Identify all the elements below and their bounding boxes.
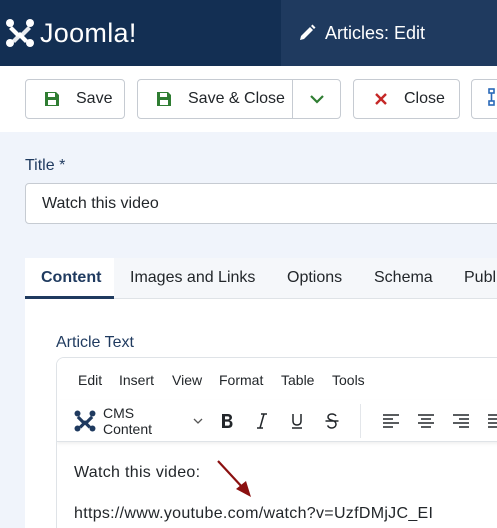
title-input[interactable]: Watch this video xyxy=(25,183,497,224)
tab-bar: Content Images and Links Options Schema … xyxy=(25,258,497,299)
cms-content-dropdown[interactable]: CMS Content xyxy=(73,405,203,437)
cms-content-label: CMS Content xyxy=(102,405,153,437)
joomla-logo-icon xyxy=(74,410,96,432)
editor-format-toolbar: CMS Content xyxy=(57,400,497,442)
more-actions-button[interactable] xyxy=(471,79,497,119)
tab-options[interactable]: Options xyxy=(287,258,342,299)
save-close-label: Save & Close xyxy=(188,90,285,107)
menu-tools[interactable]: Tools xyxy=(332,372,365,388)
menu-view[interactable]: View xyxy=(172,372,202,388)
menu-format[interactable]: Format xyxy=(219,372,263,388)
page-title: Articles: Edit xyxy=(281,0,497,66)
underline-icon[interactable] xyxy=(285,407,309,435)
editor-menubar: Edit Insert View Format Table Tools xyxy=(57,358,497,400)
strikethrough-icon[interactable] xyxy=(320,407,344,435)
align-center-icon[interactable] xyxy=(414,407,438,435)
video-url-text: https://www.youtube.com/watch?v=UzfDMjJC… xyxy=(74,505,434,522)
brand-name: Joomla! xyxy=(40,17,137,48)
menu-table[interactable]: Table xyxy=(281,372,314,388)
brand-logo[interactable]: Joomla! xyxy=(0,0,281,66)
align-justify-icon[interactable] xyxy=(484,407,497,435)
sitemap-icon xyxy=(488,87,497,111)
chevron-down-icon[interactable] xyxy=(293,80,341,118)
save-close-button[interactable]: Save & Close xyxy=(137,79,341,119)
close-icon xyxy=(374,92,388,106)
article-text-label: Article Text xyxy=(56,334,134,351)
chevron-down-icon xyxy=(193,418,203,424)
italic-icon[interactable] xyxy=(250,407,274,435)
tab-images-and-links[interactable]: Images and Links xyxy=(130,258,255,299)
action-toolbar: Save Save & Close Close xyxy=(0,66,497,132)
align-right-icon[interactable] xyxy=(449,407,473,435)
top-header: Joomla! Articles: Edit xyxy=(0,0,497,66)
menu-insert[interactable]: Insert xyxy=(119,372,154,388)
save-icon xyxy=(156,91,172,107)
page-title-text: Articles: Edit xyxy=(325,22,426,43)
tab-schema[interactable]: Schema xyxy=(374,258,433,299)
joomla-logo-icon xyxy=(6,19,34,47)
save-button[interactable]: Save xyxy=(25,79,125,119)
save-label: Save xyxy=(76,90,113,107)
content-line: Watch this video: xyxy=(74,464,201,481)
editor-content[interactable]: Watch this video: https://www.youtube.co… xyxy=(74,463,433,528)
bold-icon[interactable] xyxy=(215,407,239,435)
tab-content[interactable]: Content xyxy=(25,258,114,299)
close-label: Close xyxy=(404,90,445,107)
menu-edit[interactable]: Edit xyxy=(78,372,102,388)
toolbar-separator xyxy=(360,404,361,438)
save-icon xyxy=(44,91,60,107)
pencil-icon xyxy=(297,23,317,43)
article-editor: Edit Insert View Format Table Tools CMS … xyxy=(56,357,497,528)
tab-publishing[interactable]: Publ xyxy=(464,258,496,299)
close-button[interactable]: Close xyxy=(353,79,460,119)
align-left-icon[interactable] xyxy=(379,407,403,435)
title-label: Title * xyxy=(25,157,66,174)
